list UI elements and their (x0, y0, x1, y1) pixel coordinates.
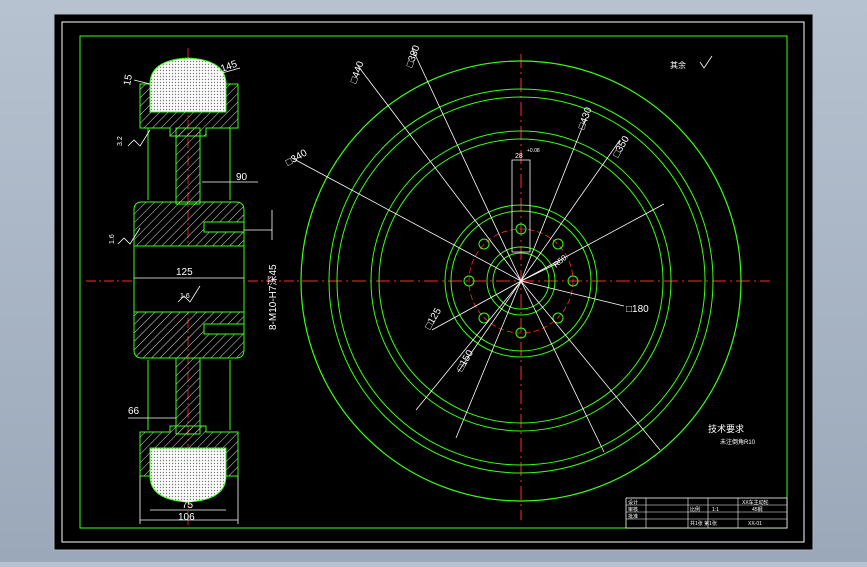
title-part-name: XX车主动轮 (742, 499, 769, 506)
dim-d5: □180 (626, 304, 649, 315)
lower-web-section (175, 357, 201, 435)
tech-requirements-line: 未注倒角R10 (720, 438, 756, 446)
keyway-tolerance-small: +0.08 (527, 148, 540, 154)
surface-mark-label: 其余 (670, 60, 686, 70)
dim-web: 90 (236, 172, 248, 183)
title-scale-label: 比例 (690, 506, 700, 513)
threaded-hole-lower (203, 323, 245, 335)
title-designer: 设计 (628, 499, 638, 506)
top-tire (149, 57, 227, 113)
title-checker: 审核 (628, 506, 638, 513)
cad-drawing: 145 15 90 125 8-M10-H7深45 66 75 106 3.2 … (53, 13, 814, 551)
svg-text:3.2: 3.2 (117, 136, 124, 146)
dim-bottom-outer: 106 (178, 512, 195, 523)
hub-bore (133, 245, 245, 313)
svg-text:1.6: 1.6 (109, 234, 116, 244)
tech-requirements-title: 技术要求 (708, 423, 744, 434)
keyway-tolerance: 28 (515, 153, 523, 160)
dim-thread: 8-M10-H7深45 (267, 264, 279, 330)
hub-lower-section (133, 311, 245, 359)
dim-spoke: 66 (128, 406, 140, 417)
bottom-tire (149, 447, 227, 503)
title-drawing-no: XX-01 (748, 521, 762, 527)
title-sheet: 共1张 第1张 (690, 520, 717, 527)
title-block: XX车主动轮 45钢 XX-01 比例 1:1 共1张 第1张 设计 审核 批准 (625, 497, 788, 529)
dim-bottom-inner: 75 (182, 500, 194, 511)
dim-bore: 125 (176, 267, 193, 278)
title-material: 45钢 (752, 506, 763, 513)
upper-web-section (175, 127, 201, 205)
cad-viewport: 145 15 90 125 8-M10-H7深45 66 75 106 3.2 … (0, 0, 867, 562)
title-scale-value: 1:1 (712, 507, 719, 513)
title-approver: 批准 (628, 513, 638, 520)
svg-text:1.6: 1.6 (180, 293, 190, 300)
threaded-hole-upper (203, 221, 245, 233)
